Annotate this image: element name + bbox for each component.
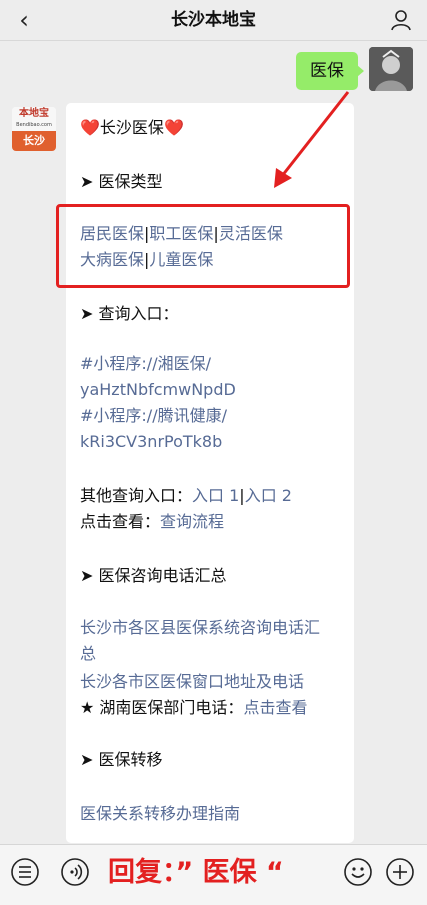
link-entry-2[interactable]: 入口 2	[245, 486, 292, 505]
link-phone-summary[interactable]: 长沙市各区县医保系统咨询电话汇	[80, 615, 320, 641]
annotation-highlight-box	[56, 204, 350, 288]
hunan-department-phone: ★ 湖南医保部门电话：点击查看	[80, 698, 308, 717]
emoji-icon[interactable]	[343, 857, 373, 887]
link-query-process[interactable]: 查询流程	[160, 512, 224, 531]
section-transfer: ➤ 医保转移	[80, 750, 163, 769]
chat-title: 长沙本地宝	[171, 10, 256, 30]
chat-header: ‹ 长沙本地宝	[0, 0, 427, 41]
section-query-entry: ➤ 查询入口：	[80, 304, 179, 323]
user-avatar-image	[369, 47, 413, 91]
voice-icon[interactable]	[60, 857, 90, 887]
view-query-process: 点击查看：查询流程	[80, 512, 225, 531]
message-heading: ❤️长沙医保❤️	[80, 118, 184, 137]
link-miniprogram-xiang-yibao-code[interactable]: yaHztNbfcmwNpdD	[80, 377, 236, 403]
bot-avatar-logo: 本地宝 Bendibao.com	[12, 107, 56, 131]
link-miniprogram-xiang-yibao[interactable]: #小程序://湘医保/	[80, 351, 211, 377]
bot-avatar-city: 长沙	[12, 131, 56, 151]
link-window-addresses[interactable]: 长沙各市区医保窗口地址及电话	[80, 669, 304, 695]
other-query-entries: 其他查询入口：入口 1|入口 2	[80, 486, 292, 505]
menu-list-icon[interactable]	[10, 857, 40, 887]
heart-icon: ❤️	[80, 118, 100, 137]
link-entry-1[interactable]: 入口 1	[192, 486, 239, 505]
section-insurance-types: ➤ 医保类型	[80, 172, 163, 191]
bot-avatar[interactable]: 本地宝 Bendibao.com 长沙	[12, 107, 56, 151]
user-message-bubble: 医保	[296, 52, 364, 90]
section-phone-summary: ➤ 医保咨询电话汇总	[80, 566, 227, 585]
link-miniprogram-tencent-health-code[interactable]: kRi3CV3nrPoTk8b	[80, 429, 222, 455]
plus-icon[interactable]	[385, 857, 415, 887]
user-avatar[interactable]	[369, 47, 413, 91]
link-miniprogram-tencent-health[interactable]: #小程序://腾讯健康/	[80, 403, 227, 429]
link-hunan-phone[interactable]: 点击查看	[243, 698, 307, 717]
input-toolbar: 回复：” 医保 “	[0, 844, 427, 905]
person-icon[interactable]	[389, 8, 413, 32]
link-phone-summary-continued[interactable]: 总	[80, 641, 96, 667]
link-transfer-guide[interactable]: 医保关系转移办理指南	[80, 801, 240, 827]
reply-hint-text: 回复：” 医保 “	[108, 857, 284, 888]
heart-icon: ❤️	[163, 118, 184, 137]
